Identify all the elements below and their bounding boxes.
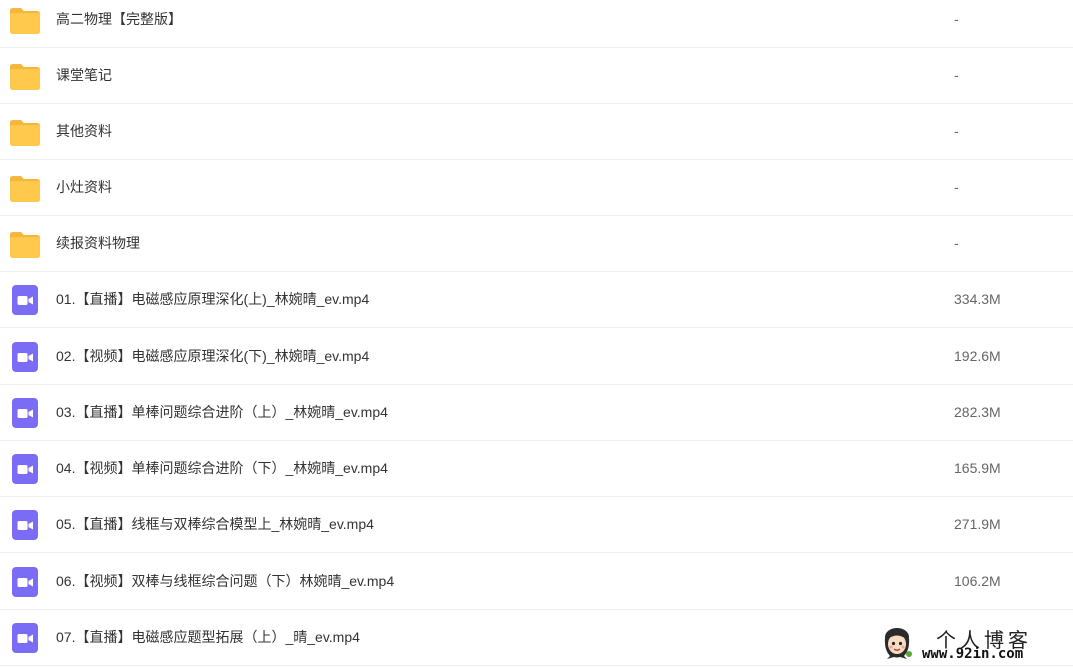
video-file-icon: [12, 285, 38, 315]
watermark-url: www.92in.com: [922, 646, 1024, 662]
folder-icon: [10, 120, 40, 146]
list-item-video[interactable]: 04.【视频】单棒问题综合进阶（下）_林婉晴_ev.mp4 165.9M: [0, 441, 1073, 497]
file-name[interactable]: 高二物理【完整版】: [56, 0, 182, 47]
list-item-folder[interactable]: 其他资料 -: [0, 104, 1073, 160]
file-size: 192.6M: [954, 348, 1001, 364]
file-size: 282.3M: [954, 404, 1001, 420]
file-size: -: [954, 67, 959, 83]
video-file-icon: [12, 623, 38, 653]
video-file-icon: [12, 567, 38, 597]
file-size: 334.3M: [954, 291, 1001, 307]
file-name[interactable]: 06.【视频】双棒与线框综合问题（下）林婉晴_ev.mp4: [56, 554, 394, 609]
list-item-video[interactable]: 05.【直播】线框与双棒综合模型上_林婉晴_ev.mp4 271.9M: [0, 497, 1073, 553]
file-name[interactable]: 小灶资料: [56, 160, 112, 215]
folder-icon: [10, 232, 40, 258]
watermark: 个人博客 www.92in.com: [876, 622, 1066, 664]
list-item-folder[interactable]: 小灶资料 -: [0, 160, 1073, 216]
file-name[interactable]: 课堂笔记: [56, 48, 112, 103]
file-size: -: [954, 235, 959, 251]
file-size: -: [954, 179, 959, 195]
video-file-icon: [12, 342, 38, 372]
file-list: 高二物理【完整版】 - 课堂笔记 - 其他资料 - 小灶资料 - 续报资料物理 …: [0, 0, 1073, 667]
list-item-folder[interactable]: 续报资料物理 -: [0, 216, 1073, 272]
list-item-video[interactable]: 03.【直播】单棒问题综合进阶（上）_林婉晴_ev.mp4 282.3M: [0, 385, 1073, 441]
file-size: 271.9M: [954, 516, 1001, 532]
folder-icon: [10, 64, 40, 90]
file-name[interactable]: 03.【直播】单棒问题综合进阶（上）_林婉晴_ev.mp4: [56, 385, 388, 440]
video-file-icon: [12, 398, 38, 428]
folder-icon: [10, 8, 40, 34]
file-name[interactable]: 02.【视频】电磁感应原理深化(下)_林婉晴_ev.mp4: [56, 329, 369, 384]
file-name[interactable]: 05.【直播】线框与双棒综合模型上_林婉晴_ev.mp4: [56, 497, 374, 552]
list-item-video[interactable]: 02.【视频】电磁感应原理深化(下)_林婉晴_ev.mp4 192.6M: [0, 329, 1073, 385]
folder-icon: [10, 176, 40, 202]
file-name[interactable]: 01.【直播】电磁感应原理深化(上)_林婉晴_ev.mp4: [56, 272, 369, 327]
list-item-video[interactable]: 06.【视频】双棒与线框综合问题（下）林婉晴_ev.mp4 106.2M: [0, 554, 1073, 610]
file-name[interactable]: 07.【直播】电磁感应题型拓展（上）_晴_ev.mp4: [56, 610, 360, 665]
file-size: 165.9M: [954, 460, 1001, 476]
list-item-folder[interactable]: 课堂笔记 -: [0, 48, 1073, 104]
file-name[interactable]: 续报资料物理: [56, 216, 140, 271]
list-item-video[interactable]: 01.【直播】电磁感应原理深化(上)_林婉晴_ev.mp4 334.3M: [0, 272, 1073, 328]
cartoon-face-icon: [884, 628, 912, 659]
video-file-icon: [12, 454, 38, 484]
video-file-icon: [12, 510, 38, 540]
file-size: -: [954, 11, 959, 27]
file-name[interactable]: 04.【视频】单棒问题综合进阶（下）_林婉晴_ev.mp4: [56, 441, 388, 496]
file-size: 106.2M: [954, 573, 1001, 589]
file-size: -: [954, 123, 959, 139]
file-name[interactable]: 其他资料: [56, 104, 112, 159]
list-item-folder[interactable]: 高二物理【完整版】 -: [0, 0, 1073, 48]
